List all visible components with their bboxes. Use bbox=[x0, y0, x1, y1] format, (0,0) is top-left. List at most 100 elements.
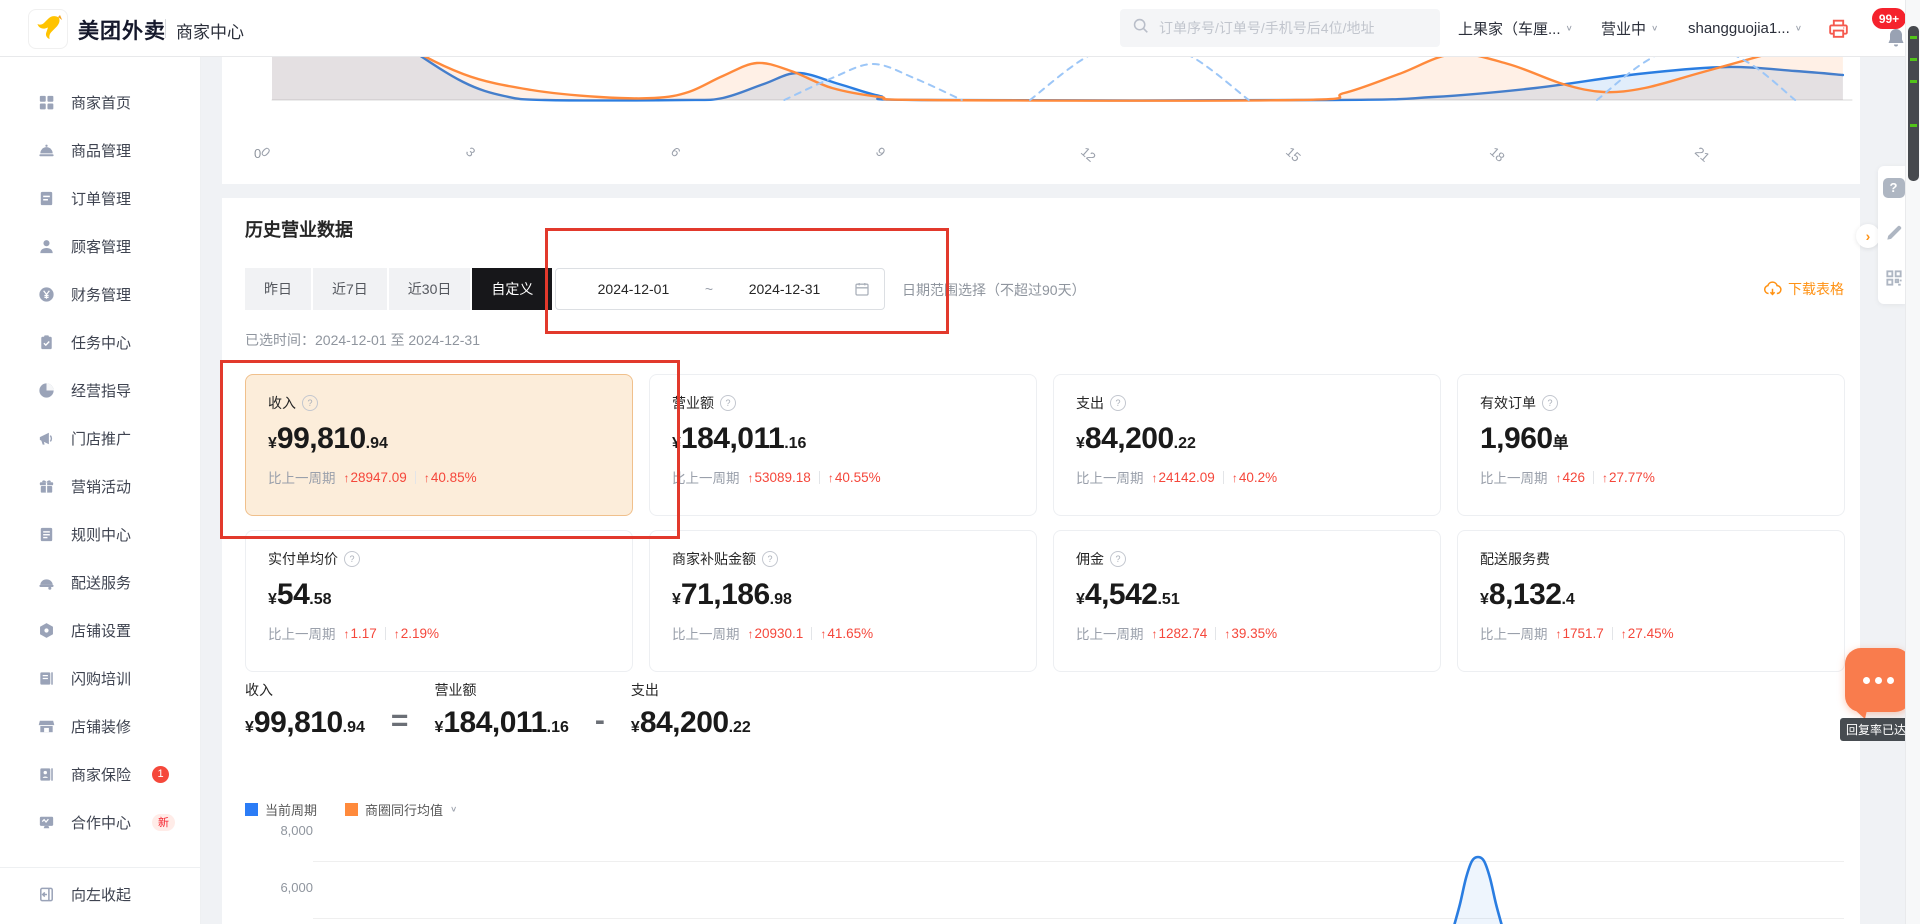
page-scrollbar[interactable] bbox=[1905, 0, 1920, 924]
formula-mid: 营业额¥184,011.16 bbox=[434, 680, 568, 740]
business-status: 营业中 bbox=[1601, 18, 1646, 39]
stat-card-4[interactable]: 实付单均价?¥54.58比上一周期1.172.19% bbox=[245, 530, 633, 672]
account-menu[interactable]: shangguojia1...∨ bbox=[1688, 0, 1802, 56]
collapse-label: 向左收起 bbox=[71, 884, 131, 905]
sidebar-item-decoration[interactable]: 店铺装修 bbox=[0, 702, 200, 750]
sidebar-item-task[interactable]: 任务中心 bbox=[0, 318, 200, 366]
legend-item-1[interactable]: 商圈同行均值∨ bbox=[345, 800, 457, 819]
customer-chat-bubble[interactable] bbox=[1845, 648, 1911, 712]
info-icon[interactable]: ? bbox=[1110, 395, 1126, 411]
history-trend-chart[interactable] bbox=[222, 828, 1860, 924]
meituan-logo[interactable] bbox=[28, 9, 68, 49]
legend-item-0[interactable]: 当前周期 bbox=[245, 800, 317, 819]
help-button[interactable]: ? bbox=[1882, 176, 1905, 199]
info-icon[interactable]: ? bbox=[302, 395, 318, 411]
cloud-download-icon bbox=[1763, 280, 1782, 299]
count-badge: 1 bbox=[152, 766, 169, 783]
sidebar-divider bbox=[0, 867, 200, 868]
compare-row: 比上一周期1751.727.45% bbox=[1480, 623, 1822, 643]
stat-card-0[interactable]: 收入?¥99,810.94比上一周期28947.0940.85% bbox=[245, 374, 633, 516]
compare-row: 比上一周期1282.7439.35% bbox=[1076, 623, 1418, 643]
sidebar-item-promote[interactable]: 门店推广 bbox=[0, 414, 200, 462]
formula-right: 支出¥84,200.22 bbox=[631, 680, 751, 740]
sidebar-item-label: 合作中心 bbox=[71, 812, 131, 833]
store-name: 上果家（车厘... bbox=[1458, 18, 1561, 39]
sidebar-item-marketing[interactable]: 营销活动 bbox=[0, 462, 200, 510]
range-tab-3[interactable]: 自定义 bbox=[472, 268, 552, 310]
hourly-line-chart[interactable] bbox=[222, 56, 1860, 184]
date-to-field[interactable]: 2024-12-31 bbox=[721, 281, 848, 297]
scrollbar-thumb[interactable] bbox=[1908, 26, 1919, 181]
sidebar-item-dish[interactable]: 商品管理 bbox=[0, 126, 200, 174]
qr-code-button[interactable] bbox=[1882, 266, 1905, 289]
date-range-picker[interactable]: 2024-12-01 ~ 2024-12-31 bbox=[555, 268, 885, 310]
range-tab-0[interactable]: 昨日 bbox=[245, 268, 311, 310]
info-icon[interactable]: ? bbox=[720, 395, 736, 411]
sidebar-item-settings[interactable]: 店铺设置 bbox=[0, 606, 200, 654]
brand-title: 美团外卖 bbox=[78, 15, 166, 45]
delta-percent: 27.45% bbox=[1621, 626, 1674, 641]
stat-card-2[interactable]: 支出?¥84,200.22比上一周期24142.0940.2% bbox=[1053, 374, 1441, 516]
download-table-link[interactable]: 下载表格 bbox=[1763, 279, 1844, 299]
stat-title: 配送服务费 bbox=[1480, 549, 1550, 569]
scroll-marker bbox=[1910, 58, 1917, 61]
dish-icon bbox=[36, 140, 56, 160]
delta-percent: 40.2% bbox=[1232, 470, 1277, 485]
compare-row: 比上一周期1.172.19% bbox=[268, 623, 610, 643]
sidebar-item-label: 店铺装修 bbox=[71, 716, 131, 737]
sidebar-item-cooperation[interactable]: 合作中心新 bbox=[0, 798, 200, 846]
search-input[interactable] bbox=[1157, 19, 1428, 37]
info-icon[interactable]: ? bbox=[1110, 551, 1126, 567]
sidebar-item-rules[interactable]: 规则中心 bbox=[0, 510, 200, 558]
stat-card-6[interactable]: 佣金?¥4,542.51比上一周期1282.7439.35% bbox=[1053, 530, 1441, 672]
feedback-pencil-button[interactable] bbox=[1882, 221, 1905, 244]
sidebar-item-customer[interactable]: 顾客管理 bbox=[0, 222, 200, 270]
printer-icon[interactable] bbox=[1826, 16, 1851, 46]
delta-percent: 41.65% bbox=[820, 626, 873, 641]
portal-title: 商家中心 bbox=[176, 18, 244, 43]
business-status-selector[interactable]: 营业中∨ bbox=[1601, 0, 1658, 56]
range-tab-2[interactable]: 近30日 bbox=[389, 268, 471, 310]
sidebar-nav: 商家首页商品管理订单管理顾客管理财务管理任务中心经营指导门店推广营销活动规则中心… bbox=[0, 56, 200, 846]
scroll-marker bbox=[1910, 80, 1917, 83]
stat-title: 实付单均价 bbox=[268, 549, 338, 569]
sidebar-item-order[interactable]: 订单管理 bbox=[0, 174, 200, 222]
stat-card-5[interactable]: 商家补贴金额?¥71,186.98比上一周期20930.141.65% bbox=[649, 530, 1037, 672]
training-icon bbox=[36, 668, 56, 688]
sidebar-item-dashboard[interactable]: 商家首页 bbox=[0, 78, 200, 126]
sidebar-item-delivery[interactable]: 配送服务 bbox=[0, 558, 200, 606]
info-icon[interactable]: ? bbox=[1542, 395, 1558, 411]
info-icon[interactable]: ? bbox=[762, 551, 778, 567]
sidebar-item-finance[interactable]: 财务管理 bbox=[0, 270, 200, 318]
sidebar-item-label: 规则中心 bbox=[71, 524, 131, 545]
store-selector[interactable]: 上果家（车厘...∨ bbox=[1458, 0, 1573, 56]
marketing-icon bbox=[36, 476, 56, 496]
date-range-tabs: 昨日近7日近30日自定义 bbox=[245, 268, 552, 310]
stat-value: ¥99,810.94 bbox=[268, 422, 610, 456]
collapse-left-icon bbox=[36, 884, 56, 904]
pencil-icon bbox=[1884, 223, 1904, 243]
sidebar-item-label: 任务中心 bbox=[71, 332, 131, 353]
compare-row: 比上一周期24142.0940.2% bbox=[1076, 467, 1418, 487]
sidebar-item-insurance[interactable]: 商家保险1 bbox=[0, 750, 200, 798]
order-search-box[interactable] bbox=[1120, 9, 1440, 47]
panel-expand-chevron[interactable]: › bbox=[1856, 224, 1880, 248]
finance-icon bbox=[36, 284, 56, 304]
stat-card-1[interactable]: 营业额?¥184,011.16比上一周期53089.1840.55% bbox=[649, 374, 1037, 516]
sidebar-item-training[interactable]: 闪购培训 bbox=[0, 654, 200, 702]
sidebar-item-label: 商品管理 bbox=[71, 140, 131, 161]
search-icon bbox=[1132, 17, 1149, 39]
sidebar-item-label: 店铺设置 bbox=[71, 620, 131, 641]
question-bubble-icon: ? bbox=[1883, 178, 1905, 198]
stat-card-3[interactable]: 有效订单?1,960单比上一周期42627.77% bbox=[1457, 374, 1845, 516]
delta-value: 1751.7 bbox=[1556, 626, 1604, 641]
collapse-sidebar-button[interactable]: 向左收起 bbox=[0, 870, 200, 918]
info-icon[interactable]: ? bbox=[344, 551, 360, 567]
date-from-field[interactable]: 2024-12-01 bbox=[570, 281, 697, 297]
stat-card-7[interactable]: 配送服务费¥8,132.4比上一周期1751.727.45% bbox=[1457, 530, 1845, 672]
stat-value: ¥4,542.51 bbox=[1076, 578, 1418, 612]
stat-value: ¥8,132.4 bbox=[1480, 578, 1822, 612]
sidebar-item-guidance[interactable]: 经营指导 bbox=[0, 366, 200, 414]
range-tab-1[interactable]: 近7日 bbox=[313, 268, 387, 310]
delta-percent: 2.19% bbox=[394, 626, 439, 641]
